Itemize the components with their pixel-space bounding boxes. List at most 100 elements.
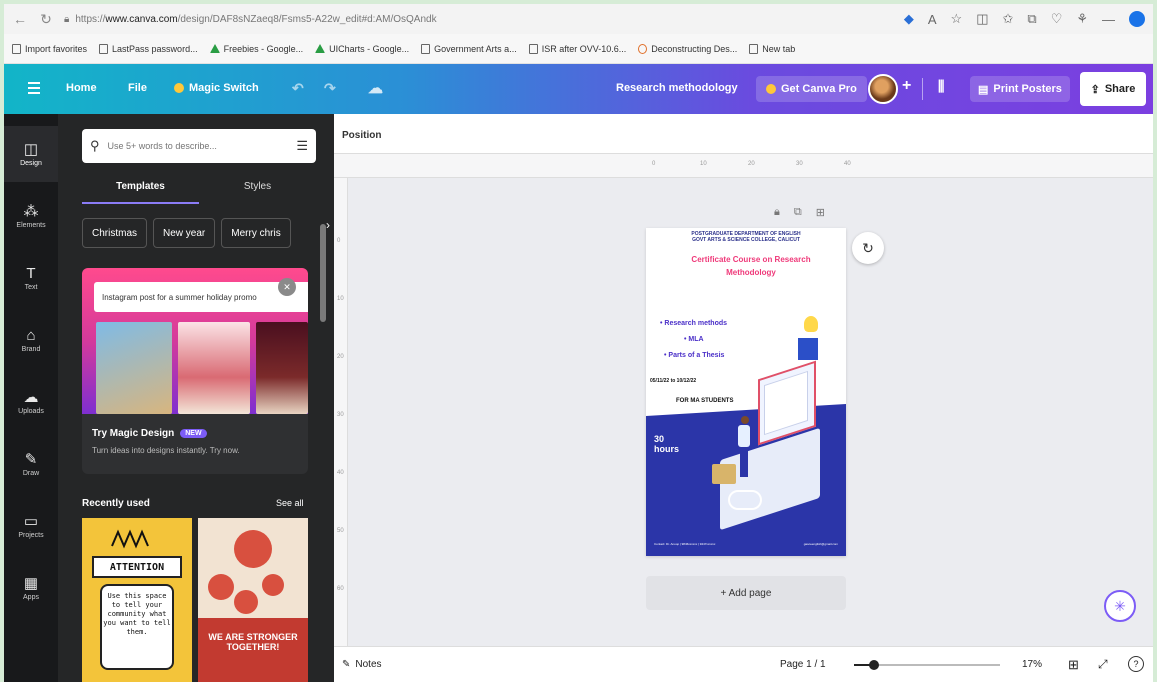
tab-templates[interactable]: Templates <box>82 178 199 204</box>
grid-view-icon[interactable]: ⊞ <box>1068 657 1079 673</box>
bookmark-item[interactable]: Deconstructing Des... <box>638 43 737 54</box>
template-thumbnail-stronger-together[interactable]: WE ARE STRONGER TOGETHER! <box>198 518 308 682</box>
bookmark-item[interactable]: Import favorites <box>12 43 87 54</box>
poster-email: gasceenglish@gmail.com <box>803 542 838 546</box>
notes-button[interactable]: ✎ Notes <box>342 659 382 670</box>
share-button[interactable]: ⇪ Share <box>1080 72 1146 106</box>
rail-item-brand[interactable]: ⌂ Brand <box>4 312 58 368</box>
ruler-tick-label: 0 <box>337 238 341 244</box>
page-tools: 🔒︎ ⧉ ⊞ <box>774 206 825 219</box>
drive-icon <box>315 44 326 53</box>
bookmark-item[interactable]: Freebies - Google... <box>209 44 303 54</box>
magic-assistant-icon[interactable]: ✳ <box>1104 590 1136 622</box>
fullscreen-icon[interactable]: ⤢ <box>1098 657 1108 672</box>
chip-new-year[interactable]: New year <box>153 218 216 248</box>
bookmark-item[interactable]: LastPass password... <box>99 43 198 54</box>
bookmark-item[interactable]: Government Arts a... <box>421 43 517 54</box>
browser-address-bar: ← ↻ 🔒︎ https://www.canva.com/design/DAF8… <box>4 4 1153 34</box>
help-icon[interactable]: ? <box>1128 656 1144 672</box>
chip-christmas[interactable]: Christmas <box>82 218 148 248</box>
print-posters-button[interactable]: ▤ Print Posters <box>970 76 1070 102</box>
bookmark-item[interactable]: UICharts - Google... <box>315 44 409 54</box>
zoom-slider-handle[interactable] <box>869 660 880 670</box>
zoom-percentage[interactable]: 17% <box>1022 659 1042 670</box>
rail-item-uploads[interactable]: ☁ Uploads <box>4 374 58 430</box>
zoom-slider[interactable] <box>854 660 1000 670</box>
see-all-link[interactable]: See all <box>276 498 304 508</box>
collections-icon[interactable]: ⧉ <box>1027 11 1036 27</box>
minimize-icon[interactable]: — <box>1102 12 1115 27</box>
magic-switch-label: Magic Switch <box>189 82 259 94</box>
design-icon: ◫ <box>23 140 39 158</box>
magic-thumbnail <box>96 322 172 414</box>
cloud-save-icon[interactable]: ☁ <box>368 79 383 97</box>
reload-icon[interactable]: ↻ <box>38 11 54 28</box>
copilot-icon[interactable] <box>1129 11 1145 27</box>
record-icon <box>638 43 648 54</box>
filter-icon[interactable]: ☰ <box>296 138 308 154</box>
extension-icon[interactable]: ◆ <box>904 11 914 27</box>
rail-item-text[interactable]: T Text <box>4 250 58 306</box>
divider <box>922 78 923 100</box>
template-thumbnail-attention[interactable]: ATTENTION Use this space to tell your co… <box>82 518 192 682</box>
panel-scrollbar[interactable] <box>320 224 326 322</box>
shape-circle <box>234 530 272 568</box>
extensions-puzzle-icon[interactable]: ⚘ <box>1076 11 1088 27</box>
add-page-button[interactable]: + Add page <box>646 576 846 610</box>
ruler-tick-label: 30 <box>796 161 803 167</box>
crown-icon <box>174 83 184 93</box>
bookmark-item[interactable]: ISR after OVV-10.6... <box>528 43 627 54</box>
panel-tabs: Templates Styles <box>82 178 316 204</box>
duplicate-page-icon[interactable]: ⧉ <box>794 206 802 219</box>
refresh-icon[interactable]: ↻ <box>852 232 884 264</box>
close-icon[interactable]: ✕ <box>278 278 296 296</box>
rail-item-draw[interactable]: ✎ Draw <box>4 436 58 492</box>
bookmark-item[interactable]: New tab <box>749 43 795 54</box>
file-label: File <box>128 82 147 94</box>
menu-icon[interactable] <box>28 82 40 97</box>
rail-item-label: Design <box>20 159 42 167</box>
url-prefix: https:// <box>75 13 106 25</box>
page-indicator[interactable]: Page 1 / 1 <box>780 659 826 670</box>
poster-audience: FOR MA STUDENTS <box>676 398 734 404</box>
chip-merry-christmas[interactable]: Merry chris <box>221 218 292 248</box>
shape-circle <box>262 574 284 596</box>
magic-prompt-input[interactable]: Instagram post for a summer holiday prom… <box>94 282 308 312</box>
file-menu-button[interactable]: File <box>128 82 147 94</box>
magic-design-subtitle: Turn ideas into designs instantly. Try n… <box>92 446 240 455</box>
lock-icon[interactable]: 🔒︎ <box>774 206 780 219</box>
bookmark-label: ISR after OVV-10.6... <box>541 43 627 54</box>
magic-switch-button[interactable]: Magic Switch <box>174 82 259 94</box>
template-search-box[interactable]: ⚲ ☰ <box>82 129 316 163</box>
user-avatar[interactable] <box>868 74 898 104</box>
read-aloud-icon[interactable]: A <box>928 12 937 27</box>
canvas-area: Position 0 10 20 30 40 0 10 20 30 40 50 60 🔒︎ ⧉ ⊞ … <box>334 114 1153 682</box>
search-input[interactable] <box>107 141 289 151</box>
browser-essentials-icon[interactable]: ♡ <box>1051 11 1063 27</box>
add-collaborator-icon[interactable]: + <box>902 77 911 95</box>
favorites-icon[interactable]: ✩ <box>1002 11 1013 27</box>
rail-item-projects[interactable]: ▭ Projects <box>4 498 58 554</box>
rail-item-apps[interactable]: ▦ Apps <box>4 560 58 616</box>
chevron-right-icon[interactable]: › <box>326 218 330 232</box>
rail-item-design[interactable]: ◫ Design <box>4 126 58 182</box>
editor-top-bar: Home File Magic Switch ↶ ↷ ☁ Research me… <box>4 64 1153 114</box>
home-button[interactable]: Home <box>66 82 97 94</box>
position-button[interactable]: Position <box>342 130 381 141</box>
poster-page[interactable]: POSTGRADUATE DEPARTMENT OF ENGLISH GOVT … <box>646 228 846 556</box>
magic-design-card[interactable]: Instagram post for a summer holiday prom… <box>82 268 308 474</box>
bookmarks-bar: Import favorites LastPass password... Free… <box>4 34 1153 64</box>
split-screen-icon[interactable]: ◫ <box>976 11 988 27</box>
back-icon[interactable]: ← <box>12 11 28 27</box>
get-canva-pro-button[interactable]: Get Canva Pro <box>756 76 867 102</box>
url-field[interactable]: 🔒︎ https://www.canva.com/design/DAF8sNZa… <box>64 14 894 25</box>
add-page-icon[interactable]: ⊞ <box>816 206 825 219</box>
analytics-icon[interactable]: ⫼ <box>938 78 944 95</box>
get-pro-label: Get Canva Pro <box>781 83 857 95</box>
favorite-star-icon[interactable]: ☆ <box>951 11 963 27</box>
tab-styles[interactable]: Styles <box>199 178 316 204</box>
undo-icon[interactable]: ↶ <box>292 80 304 97</box>
rail-item-elements[interactable]: ⁂ Elements <box>4 188 58 244</box>
document-title[interactable]: Research methodology <box>616 82 738 94</box>
redo-icon[interactable]: ↷ <box>324 80 336 97</box>
